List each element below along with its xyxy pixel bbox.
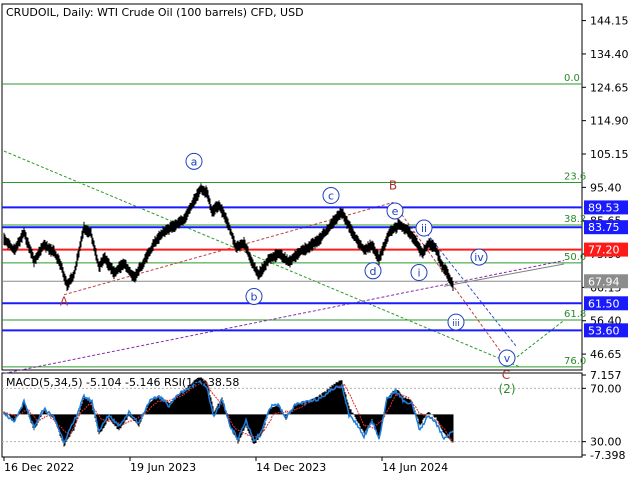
price-tick-label: 144.15 [590,15,629,28]
indicator-tick-label: 70.00 [590,382,622,395]
wave-label: C [502,368,510,382]
price-tick-label: 95.40 [590,181,622,194]
price-tick-label: 114.90 [590,115,629,128]
wave-label: i [417,267,420,280]
price-tick-label: 46.65 [590,348,622,361]
fib-label: 0.0 [564,73,580,84]
chart-title: CRUDOIL, Daily: WTI Crude Oil (100 barre… [6,6,304,19]
fib-label: 38.2 [564,214,586,225]
time-tick-label: 19 Jun 2023 [130,461,196,474]
wave-label: a [191,155,198,168]
chart-svg: 144.15134.40124.65114.90105.1595.4085.65… [0,0,640,480]
level-value: 53.60 [588,324,620,337]
price-tick-label: 124.65 [590,81,629,94]
price-tick-label: 134.40 [590,48,629,61]
time-tick-label: 16 Dec 2022 [4,461,74,474]
wave-label: B [389,178,397,192]
time-tick-label: 14 Dec 2023 [256,461,326,474]
wave-label: A [60,295,69,309]
wave-label: ii [421,222,427,235]
price-tick-label: 105.15 [590,148,629,161]
wave-label: iii [452,319,460,329]
indicator-tick-label: -7.398 [590,449,625,462]
level-value: 61.50 [588,297,620,310]
indicator-tick-label: 7.157 [590,369,622,382]
level-value: 89.53 [588,201,620,214]
fib-label: 76.0 [564,356,586,367]
fib-label: 50.0 [564,252,586,263]
wave-label: e [392,205,399,218]
fib-label: 61.8 [564,309,586,320]
wave-label: c [328,190,334,203]
wave-label: iv [474,251,484,264]
fib-label: 23.6 [564,172,586,183]
wave-label: d [370,265,377,278]
time-tick-label: 14 Jun 2024 [382,461,448,474]
wave-label: b [251,290,258,303]
level-value: 77.20 [588,244,620,257]
indicator-tick-label: 30.00 [590,436,622,449]
level-value: 67.94 [588,275,620,288]
wave-label: v [504,352,511,365]
chart-root: 144.15134.40124.65114.90105.1595.4085.65… [0,0,640,480]
indicator-title: MACD(5,34,5) -5.104 -5.146 RSI(14) 38.58 [6,376,239,389]
level-value: 83.75 [588,221,620,234]
